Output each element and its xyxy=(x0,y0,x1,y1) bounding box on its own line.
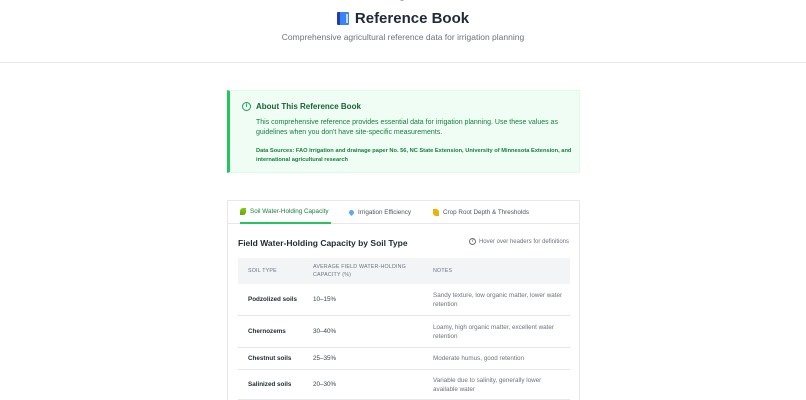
header-capacity[interactable]: Average Field Water-Holding Capacity (%) xyxy=(313,258,413,284)
seedling-icon xyxy=(240,208,246,215)
page-title-text: Reference Book xyxy=(354,10,470,27)
about-description: This comprehensive reference provides es… xyxy=(256,119,558,136)
table-row: Podzolized soils 10–15% Sandy texture, l… xyxy=(238,284,570,316)
top-indicator xyxy=(400,0,404,1)
table-row: Chernozems 30–40% Loamy, high organic ma… xyxy=(238,316,570,348)
capacity-cell: 10–15% xyxy=(313,296,337,303)
page-title: Reference Book xyxy=(0,10,806,27)
page-subtitle: Comprehensive agricultural reference dat… xyxy=(281,32,525,42)
capacity-cell: 30–40% xyxy=(313,328,337,335)
table-header: Soil Type Average Field Water-Holding Ca… xyxy=(238,258,570,284)
definitions-hint: ? Hover over headers for definitions xyxy=(468,238,569,245)
notes-cell: Loamy, high organic matter, excellent wa… xyxy=(433,323,554,340)
soil-type-cell: Chernozems xyxy=(248,328,286,335)
soil-type-cell: Chestnut soils xyxy=(248,355,292,362)
reference-card: Soil Water-Holding Capacity Irrigation E… xyxy=(227,200,580,400)
tab-label: Irrigation Efficiency xyxy=(358,209,412,216)
soil-type-cell: Podzolized soils xyxy=(248,296,297,303)
soil-type-cell: Salinized soils xyxy=(248,381,292,388)
capacity-cell: 20–30% xyxy=(313,381,337,388)
notes-cell: Moderate humus, good retention xyxy=(433,355,525,362)
table-row: Salinized soils 20–30% Variable due to s… xyxy=(238,370,570,400)
header-notes[interactable]: Notes xyxy=(433,258,553,284)
question-icon: ? xyxy=(468,238,476,245)
tab-label: Soil Water-Holding Capacity xyxy=(250,208,329,215)
tab-label: Crop Root Depth & Thresholds xyxy=(443,209,529,216)
tab-irrigation-efficiency[interactable]: Irrigation Efficiency xyxy=(347,201,412,224)
book-icon xyxy=(336,12,349,25)
capacity-cell: 25–35% xyxy=(313,355,337,362)
notes-cell: Variable due to salinity, generally lowe… xyxy=(433,376,542,393)
section-title: Field Water-Holding Capacity by Soil Typ… xyxy=(238,238,408,248)
about-callout: i About This Reference Book This compreh… xyxy=(227,90,580,173)
hint-text: Hover over headers for definitions xyxy=(478,238,569,245)
tab-bar: Soil Water-Holding Capacity Irrigation E… xyxy=(228,201,579,224)
about-title: About This Reference Book xyxy=(256,102,361,111)
tab-soil-water-holding[interactable]: Soil Water-Holding Capacity xyxy=(240,201,331,224)
water-drop-icon xyxy=(347,208,356,217)
about-sources: Data Sources: FAO Irrigation and drainag… xyxy=(256,148,572,163)
table-row: Chestnut soils 25–35% Moderate humus, go… xyxy=(238,348,570,370)
header-soil-type[interactable]: Soil Type xyxy=(248,258,308,284)
info-icon: i xyxy=(242,102,251,111)
tab-crop-root-depth[interactable]: Crop Root Depth & Thresholds xyxy=(433,201,529,224)
root-icon xyxy=(433,209,439,216)
page-header: Reference Book Comprehensive agricultura… xyxy=(0,0,806,63)
notes-cell: Sandy texture, low organic matter, lower… xyxy=(433,291,563,308)
